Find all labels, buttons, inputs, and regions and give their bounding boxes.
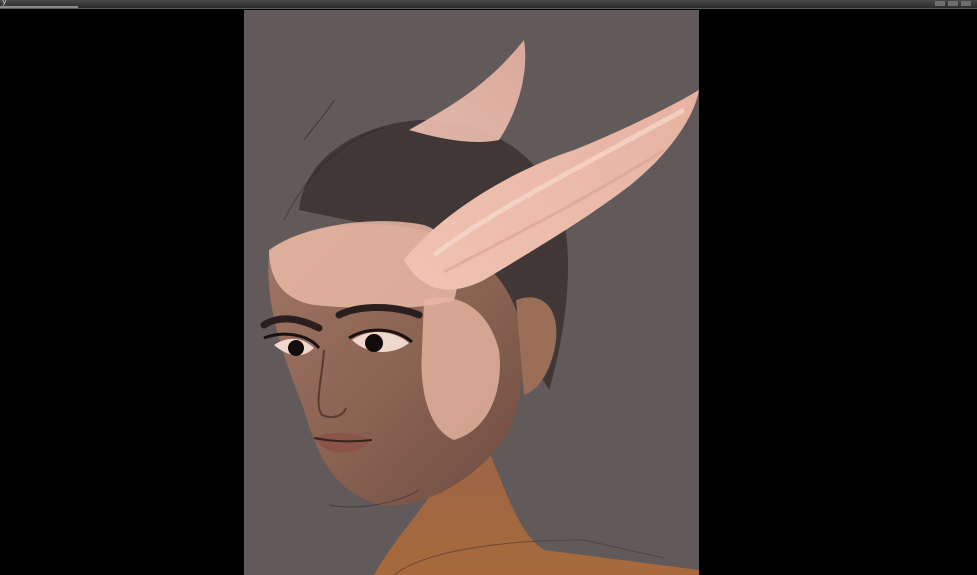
title-bar[interactable]: y (0, 0, 977, 9)
window-controls (935, 1, 971, 6)
drawing-canvas[interactable] (244, 10, 699, 575)
minimize-icon[interactable] (935, 1, 945, 6)
maximize-icon[interactable] (948, 1, 958, 6)
active-tab-indicator (0, 6, 78, 8)
close-icon[interactable] (961, 1, 971, 6)
back-wing-shape (409, 40, 526, 142)
painting (260, 40, 699, 575)
